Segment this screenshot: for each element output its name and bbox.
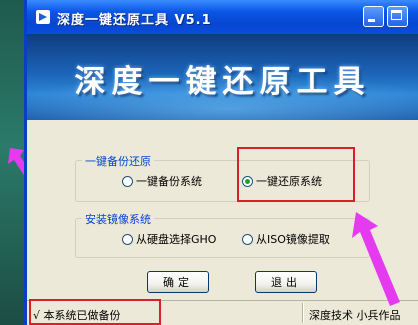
annotation-arrows-right xyxy=(352,212,400,306)
annotation-arrow xyxy=(352,212,400,306)
